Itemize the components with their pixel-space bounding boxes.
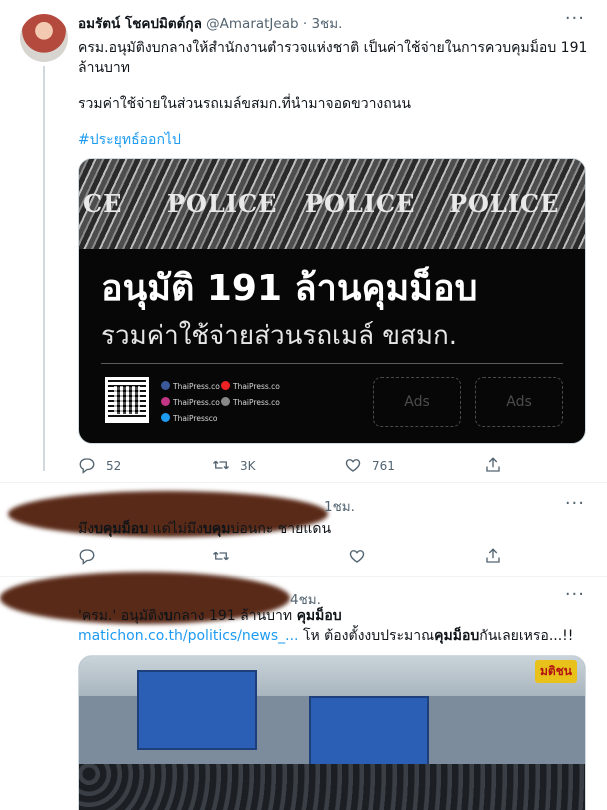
article-link[interactable]: matichon.co.th/politics/news_... — [78, 628, 299, 644]
water-cannon-truck — [309, 696, 429, 766]
police-crowd — [79, 764, 585, 810]
matichon-logo: มติชน — [534, 660, 577, 683]
water-cannon-truck — [137, 670, 257, 750]
tweet-text-line-1: 'ครม.' อนุมัติงบกลาง 191 ล้านบาท คุมม็อบ — [78, 608, 342, 624]
tweet-text-line-2: matichon.co.th/politics/news_... โห ต้อง… — [78, 628, 574, 644]
news-photo[interactable]: มติชน — [78, 655, 586, 810]
more-options-icon[interactable]: ··· — [565, 584, 585, 605]
tweet-reply-2[interactable]: 4ชม. ··· 'ครม.' อนุมัติงบกลาง 191 ล้านบา… — [0, 0, 607, 810]
